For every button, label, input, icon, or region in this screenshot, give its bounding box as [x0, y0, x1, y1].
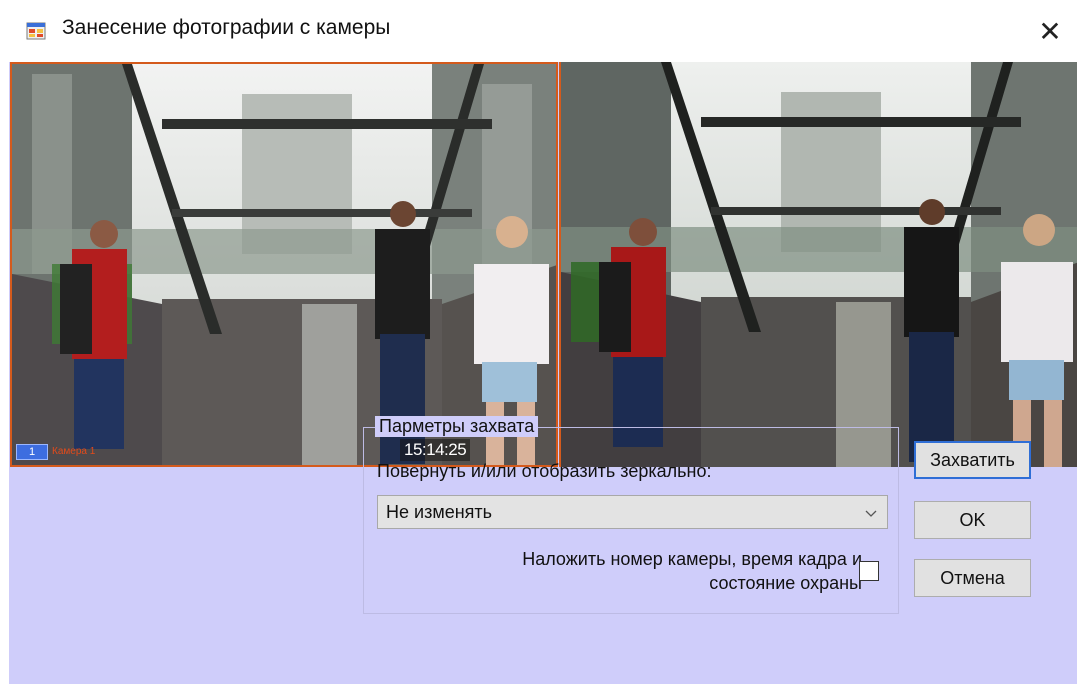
live-camera-view: 1 Камера 1 15:14:25 — [10, 62, 558, 467]
window-edge — [0, 62, 9, 684]
snapshot-image — [561, 62, 1077, 467]
app-window-icon — [26, 22, 46, 40]
ok-button[interactable]: OK — [914, 501, 1031, 539]
camera-name-label: Камера 1 — [52, 446, 96, 457]
overlay-info-label-line1: Наложить номер камеры, время кадра и — [522, 549, 862, 569]
capture-button[interactable]: Захватить — [914, 441, 1031, 479]
rotate-mirror-dropdown[interactable]: Не изменять — [377, 495, 888, 529]
window-title: Занесение фотографии с камеры — [62, 16, 391, 39]
rotate-mirror-value: Не изменять — [386, 502, 493, 522]
capture-params-title: Парметры захвата — [375, 416, 539, 437]
cancel-button[interactable]: Отмена — [914, 559, 1031, 597]
close-icon: ✕ — [1038, 16, 1062, 47]
chevron-down-icon — [865, 510, 877, 517]
overlay-info-checkbox[interactable] — [859, 561, 879, 581]
close-button[interactable]: ✕ — [1030, 12, 1070, 52]
camera-frame-image — [12, 64, 556, 465]
camera-number-badge: 1 — [16, 444, 48, 460]
overlay-info-label: Наложить номер камеры, время кадра и сос… — [402, 547, 862, 595]
overlay-info-label-line2: состояние охраны — [709, 573, 862, 593]
camera-badge: 1 Камера 1 — [16, 444, 95, 460]
title-bar: Занесение фотографии с камеры ✕ — [0, 0, 1077, 62]
rotate-mirror-label: Повернуть и/или отобразить зеркально: — [377, 461, 712, 481]
captured-snapshot-view — [559, 62, 1077, 467]
